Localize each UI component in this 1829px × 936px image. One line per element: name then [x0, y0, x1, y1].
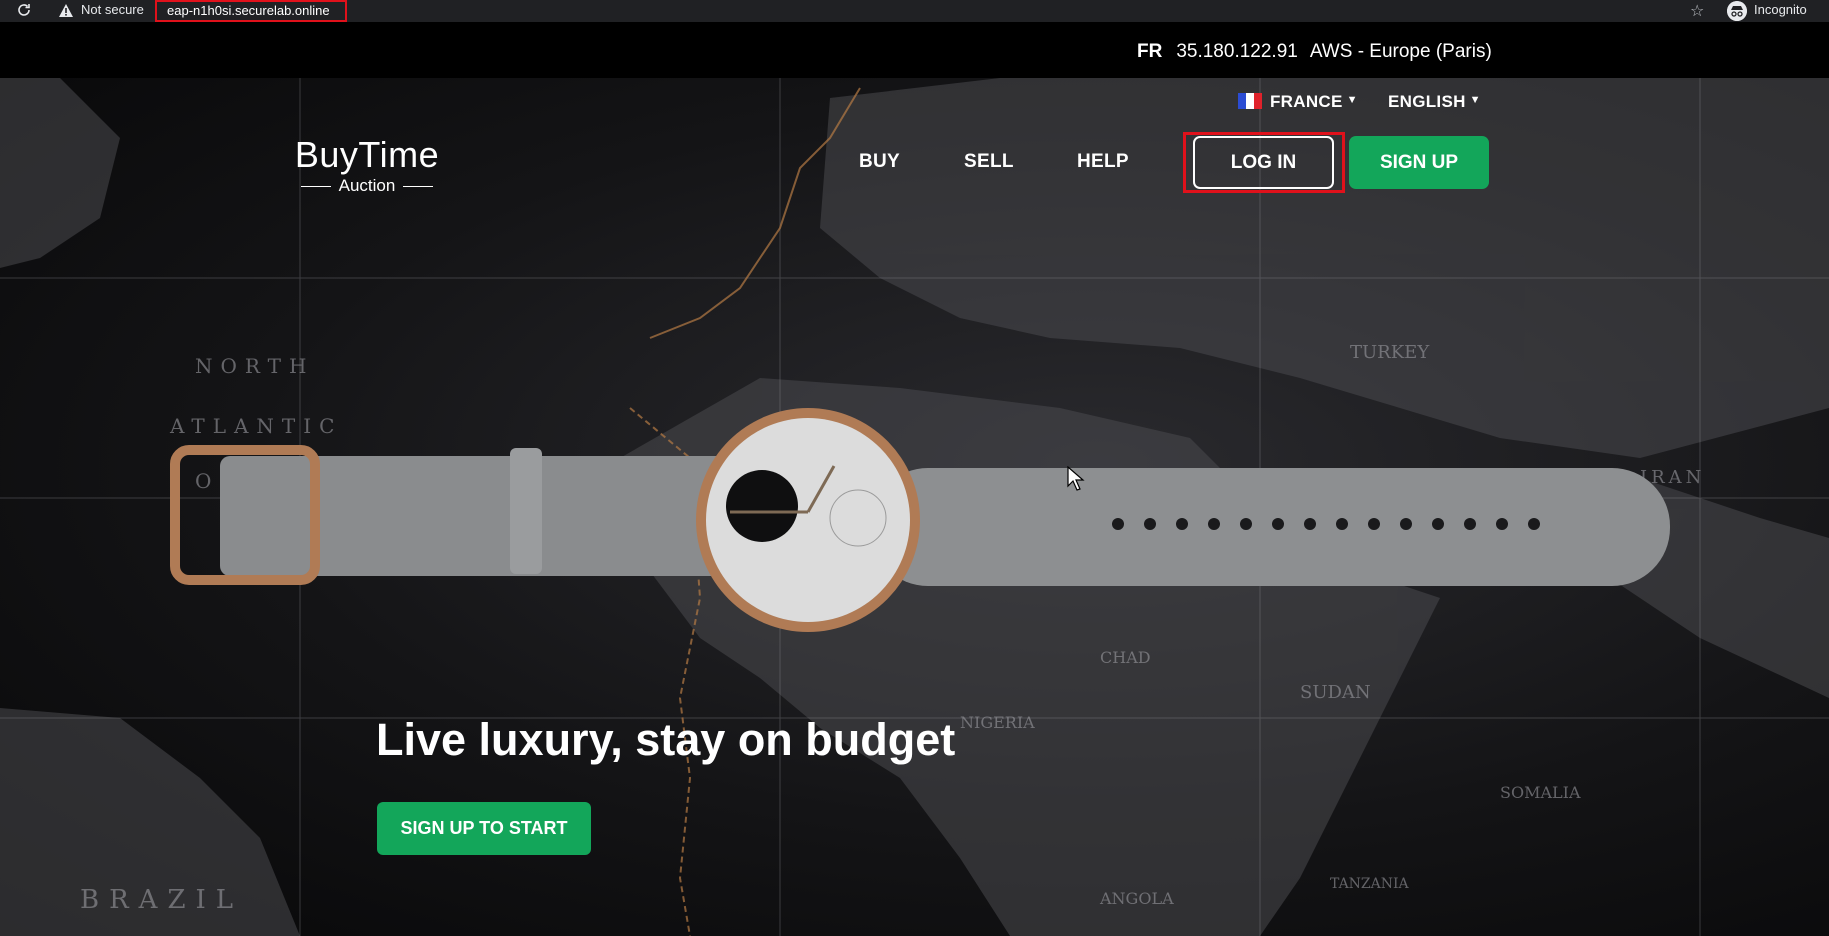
mouse-cursor-icon [1067, 466, 1085, 491]
country-select[interactable]: FRANCE ▼ [1238, 92, 1358, 112]
address-bar[interactable]: eap-n1h0si.securelab.online [155, 0, 347, 22]
location-bar: FR 35.180.122.91 AWS - Europe (Paris) [0, 26, 1829, 78]
logo-subtitle-text: Auction [338, 176, 396, 195]
incognito-icon[interactable] [1727, 1, 1747, 21]
caret-down-icon: ▼ [1346, 94, 1358, 106]
language-select-label: ENGLISH [1388, 92, 1466, 111]
ip-address: 35.180.122.91 [1176, 41, 1298, 62]
login-button[interactable]: LOG IN [1193, 136, 1334, 189]
location-info: FR 35.180.122.91 AWS - Europe (Paris) [1137, 41, 1492, 63]
star-icon[interactable]: ☆ [1690, 1, 1704, 21]
region-label: AWS - Europe (Paris) [1309, 41, 1492, 62]
buytime-logo[interactable]: BuyTime Auction [292, 134, 442, 196]
nav-buy-link[interactable]: BUY [859, 151, 900, 173]
country-code: FR [1137, 41, 1163, 62]
signup-to-start-button[interactable]: SIGN UP TO START [377, 802, 591, 855]
language-select[interactable]: ENGLISH ▼ [1388, 92, 1481, 112]
logo-subtitle: Auction [292, 176, 442, 196]
watch-image [170, 408, 1670, 632]
hero-headline: Live luxury, stay on budget [376, 714, 956, 765]
browser-toolbar: Not secure eap-n1h0si.securelab.online ☆… [0, 0, 1829, 22]
logo-title: BuyTime [294, 134, 440, 175]
country-select-label: FRANCE [1270, 92, 1343, 111]
warning-icon[interactable] [58, 3, 74, 19]
signup-button[interactable]: SIGN UP [1349, 136, 1489, 189]
reload-icon[interactable] [16, 2, 32, 18]
security-label[interactable]: Not secure [81, 2, 144, 17]
caret-down-icon: ▼ [1469, 94, 1481, 106]
profile-label[interactable]: Incognito [1754, 2, 1807, 17]
nav-sell-link[interactable]: SELL [964, 151, 1014, 173]
france-flag-icon [1238, 93, 1262, 109]
hero-section: NORTH ATLANTIC OCEAN BRAZIL SUDAN IRAN C… [0, 78, 1829, 936]
nav-help-link[interactable]: HELP [1077, 151, 1129, 173]
